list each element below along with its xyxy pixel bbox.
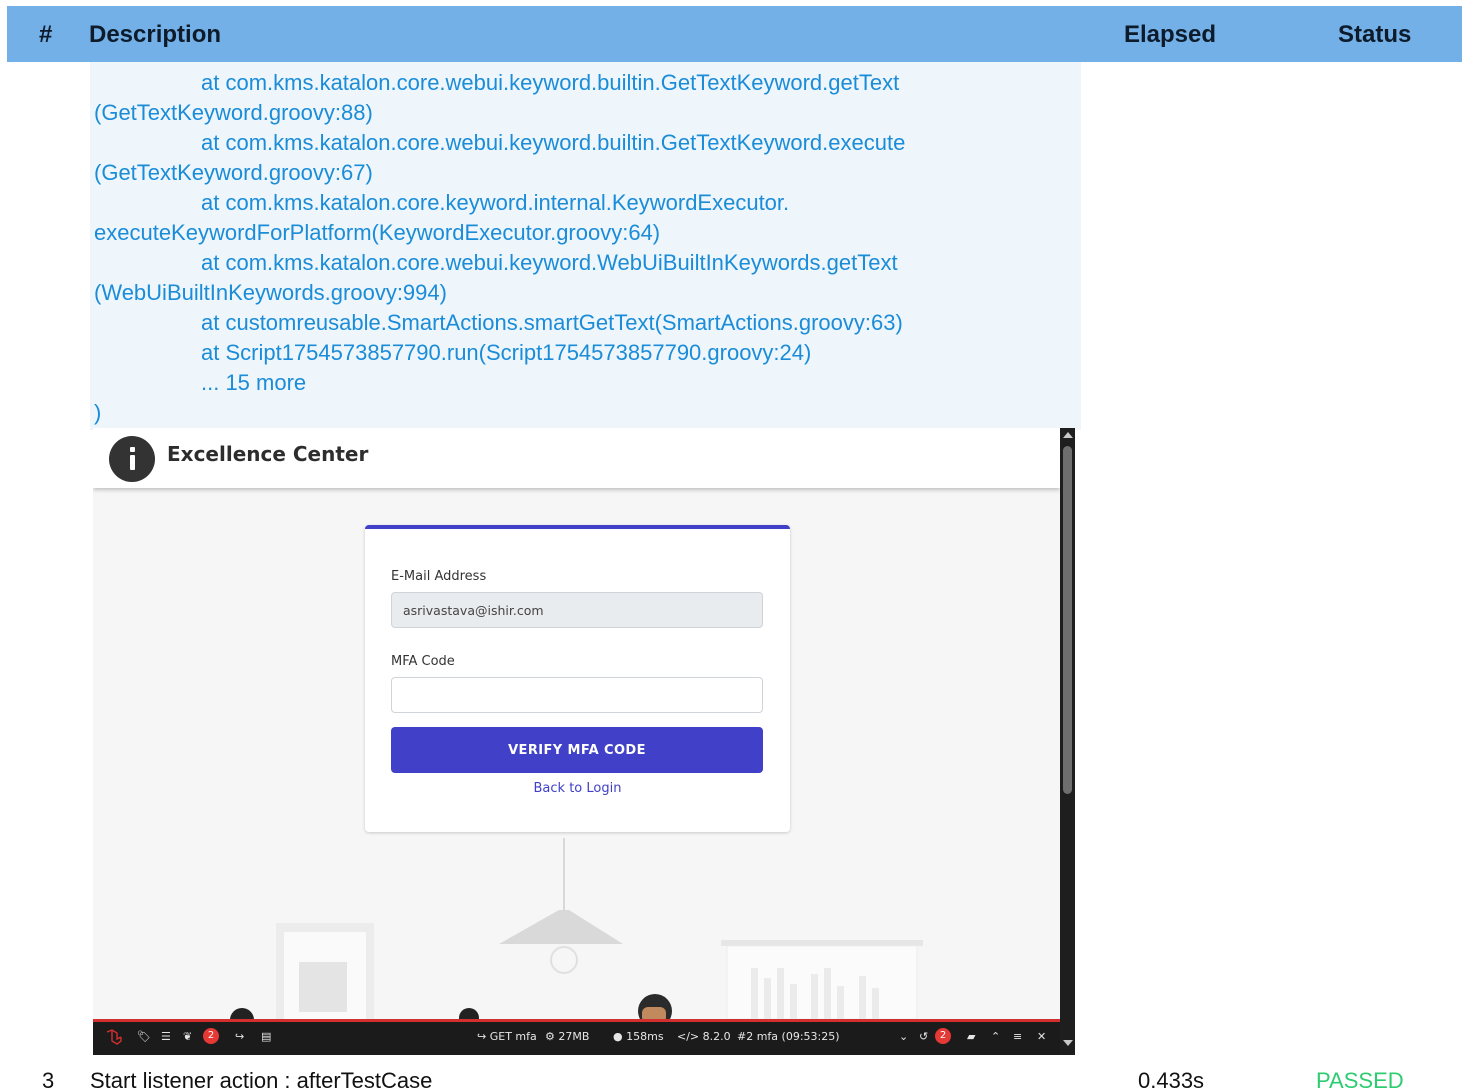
close-icon[interactable]: ✕ xyxy=(1037,1030,1046,1043)
email-label: E-Mail Address xyxy=(391,569,487,584)
chevron-down-icon[interactable]: ⌄ xyxy=(899,1030,908,1043)
version-item[interactable]: </> 8.2.0 xyxy=(677,1030,731,1043)
trace-line: (GetTextKeyword.groovy:67) xyxy=(94,160,373,185)
header-status: Status xyxy=(1338,21,1412,48)
time-item[interactable]: ● 158ms xyxy=(613,1030,664,1043)
leaf-icon[interactable]: ❦ xyxy=(183,1030,192,1043)
mfa-label: MFA Code xyxy=(391,654,455,669)
laravel-icon[interactable] xyxy=(105,1028,123,1046)
badge-count: 2 xyxy=(935,1028,951,1044)
route-item[interactable]: ↪ GET mfa xyxy=(477,1030,537,1043)
folder-icon[interactable]: ▰ xyxy=(967,1030,975,1043)
trace-line: at com.kms.katalon.core.webui.keyword.We… xyxy=(201,250,898,275)
memory-item[interactable]: ⚙ 27MB xyxy=(545,1030,589,1043)
header-elapsed: Elapsed xyxy=(1124,21,1217,48)
database-icon[interactable]: ☰ xyxy=(161,1030,171,1043)
scroll-down-icon[interactable] xyxy=(1063,1040,1073,1046)
failure-screenshot: Excellence Center E-Mail Address MFA Cod… xyxy=(93,428,1075,1055)
back-to-login-link[interactable]: Back to Login xyxy=(365,781,790,796)
tag-icon[interactable]: 🏷 xyxy=(137,1030,151,1043)
history-icon[interactable]: ↺ xyxy=(919,1030,928,1043)
row-number: 3 xyxy=(42,1068,55,1091)
mfa-code-field[interactable] xyxy=(391,677,763,713)
archive-icon[interactable]: ▤ xyxy=(261,1030,271,1043)
mfa-card: E-Mail Address MFA Code VERIFY MFA CODE … xyxy=(365,525,790,832)
scroll-thumb[interactable] xyxy=(1063,446,1072,794)
request-select[interactable]: #2 mfa (09:53:25) xyxy=(737,1030,840,1043)
report-table-header: # Description Elapsed Status xyxy=(7,6,1462,62)
header-description: Description xyxy=(89,21,222,48)
redirect-icon[interactable]: ↪ xyxy=(235,1030,244,1043)
trace-line: at Script1754573857790.run(Script1754573… xyxy=(201,340,812,365)
trace-line: ) xyxy=(94,400,102,425)
scrollbar[interactable] xyxy=(1060,428,1075,1055)
trace-line: executeKeywordForPlatform(KeywordExecuto… xyxy=(94,220,661,245)
app-title: Excellence Center xyxy=(167,442,369,466)
trace-line: (GetTextKeyword.groovy:88) xyxy=(94,100,373,125)
trace-line: (WebUiBuiltInKeywords.groovy:994) xyxy=(94,280,447,305)
settings-icon[interactable]: ≡ xyxy=(1013,1030,1022,1043)
trace-line: at com.kms.katalon.core.webui.keyword.bu… xyxy=(201,70,900,95)
chevron-up-icon[interactable]: ⌃ xyxy=(991,1030,1000,1043)
info-logo-icon xyxy=(109,436,155,482)
scroll-up-icon[interactable] xyxy=(1063,432,1073,438)
trace-line: at com.kms.katalon.core.webui.keyword.bu… xyxy=(201,130,906,155)
trace-line: at customreusable.SmartActions.smartGetT… xyxy=(201,310,903,335)
row-description: Start listener action : afterTestCase xyxy=(90,1068,433,1091)
verify-mfa-button[interactable]: VERIFY MFA CODE xyxy=(391,727,763,773)
email-field[interactable] xyxy=(391,592,763,628)
badge-count: 2 xyxy=(203,1028,219,1044)
debug-bar: 🏷 ☰ ❦ 2 ↪ ▤ ↪ GET mfa ⚙ 27MB ● 158ms </>… xyxy=(93,1019,1060,1055)
stack-trace: at com.kms.katalon.core.webui.keyword.bu… xyxy=(90,62,1081,430)
app-header: Excellence Center xyxy=(93,428,1060,488)
row-status: PASSED xyxy=(1316,1068,1404,1091)
trace-line: at com.kms.katalon.core.keyword.internal… xyxy=(201,190,790,215)
header-number: # xyxy=(39,21,53,48)
row-elapsed: 0.433s xyxy=(1138,1068,1205,1091)
trace-line: ... 15 more xyxy=(201,370,307,395)
